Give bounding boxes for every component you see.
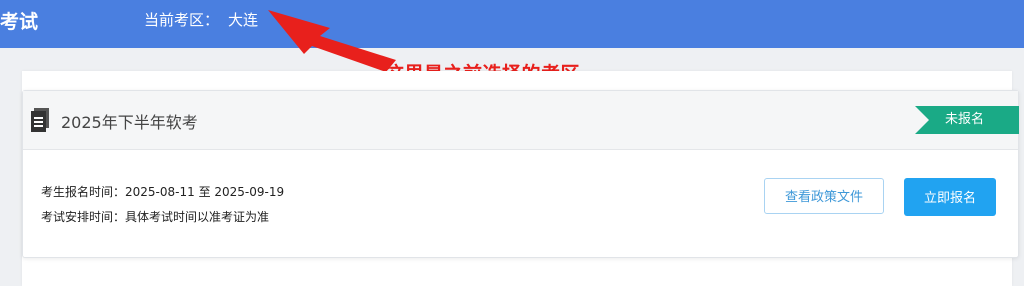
top-header-bar: 考试 当前考区： 大连 [0,0,1024,48]
view-policy-button[interactable]: 查看政策文件 [764,178,884,214]
document-icon [31,108,49,132]
exam-schedule-value: 具体考试时间以准考证为准 [125,210,270,224]
registration-time: 考生报名时间：2025-08-11 至 2025-09-19 [41,183,284,200]
registration-time-value: 2025-08-11 至 2025-09-19 [125,185,285,199]
registration-time-label: 考生报名时间： [41,185,126,199]
exam-card: 2025年下半年软考 未报名 考生报名时间：2025-08-11 至 2025-… [22,90,1019,258]
annotation-arrow [268,10,396,72]
exam-card-header: 2025年下半年软考 未报名 [23,91,1019,150]
app-title: 考试 [0,11,39,33]
exam-schedule: 考试安排时间：具体考试时间以准考证为准 [41,208,269,225]
register-now-button[interactable]: 立即报名 [904,178,996,216]
exam-title: 2025年下半年软考 [61,113,198,132]
current-region-value[interactable]: 大连 [228,9,258,30]
current-region-label: 当前考区： [144,11,220,29]
status-badge: 未报名 [915,106,1019,134]
exam-schedule-label: 考试安排时间： [41,210,126,224]
